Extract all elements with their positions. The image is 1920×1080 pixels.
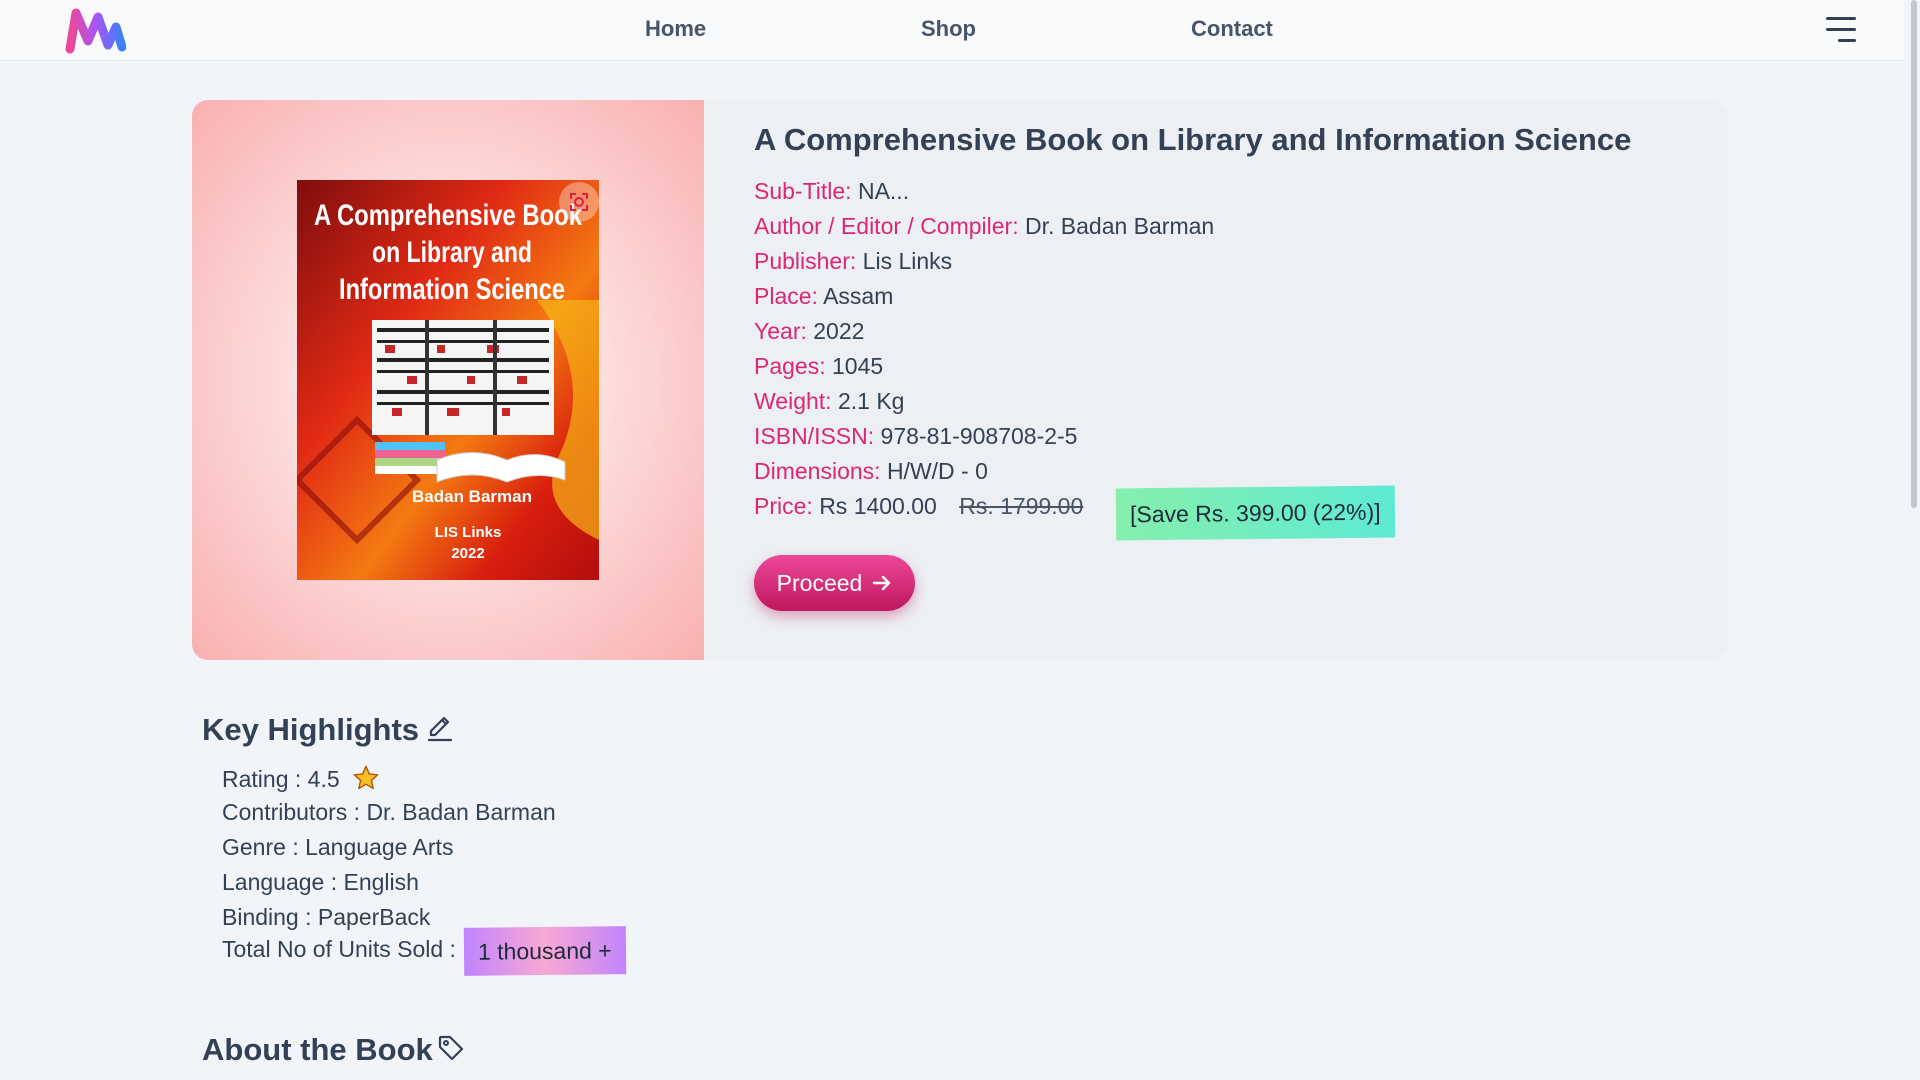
detail-weight: Weight: 2.1 Kg — [754, 388, 904, 415]
tag-icon — [438, 1035, 464, 1061]
proceed-button[interactable]: Proceed — [754, 555, 915, 611]
detail-value: Dr. Badan Barman — [1025, 213, 1215, 239]
pencil-icon — [427, 716, 453, 742]
nav-home-link[interactable]: Home — [645, 16, 706, 42]
detail-place: Place: Assam — [754, 283, 893, 310]
detail-value: 2.1 Kg — [837, 388, 905, 414]
detail-subtitle: Sub-Title: NA... — [754, 178, 909, 205]
detail-label: Dimensions: — [754, 458, 881, 484]
star-icon — [353, 765, 379, 790]
detail-publisher: Publisher: Lis Links — [754, 248, 952, 275]
detail-value: NA... — [857, 178, 910, 204]
detail-price: Price: Rs 1400.00 Rs. 1799.00 [Save Rs. … — [754, 485, 1454, 541]
key-highlights-title: Key Highlights — [202, 712, 420, 747]
detail-isbn: ISBN/ISSN: 978-81-908708-2-5 — [754, 423, 1077, 450]
detail-year: Year: 2022 — [754, 318, 864, 345]
highlight-contributors: Contributors : Dr. Badan Barman — [222, 799, 556, 825]
nav-contact-link[interactable]: Contact — [1191, 16, 1273, 42]
cover-title-line-2: on Library and — [372, 236, 532, 269]
highlight-genre: Genre : Language Arts — [222, 834, 454, 860]
units-label: Total No of Units Sold : — [222, 936, 456, 963]
detail-value: Lis Links — [862, 248, 953, 274]
hamburger-menu-icon[interactable] — [1824, 15, 1856, 45]
cover-title-line-3: Information Science — [339, 273, 565, 306]
scrollbar-thumb[interactable] — [1911, 0, 1917, 508]
detail-value: H/W/D - 0 — [886, 458, 988, 484]
book-cover-image[interactable]: A Comprehensive Book on Library and Info… — [297, 180, 599, 580]
nav-shop-link[interactable]: Shop — [921, 16, 976, 42]
detail-label: Author / Editor / Compiler: — [754, 213, 1019, 239]
detail-label: ISBN/ISSN: — [754, 423, 875, 449]
navbar: Home Shop Contact — [0, 0, 1904, 61]
highlight-units-sold: Total No of Units Sold : 1 thousand + — [222, 926, 627, 976]
detail-label: Sub-Title: — [754, 178, 852, 204]
detail-label: Weight: — [754, 388, 832, 414]
rating-label: Rating : — [222, 766, 302, 792]
price-original: Rs. 1799.00 — [959, 493, 1084, 519]
cover-author: Badan Barman — [412, 487, 532, 506]
detail-dimensions: Dimensions: H/W/D - 0 — [754, 458, 988, 485]
highlight-rating: Rating : 4.5 — [222, 764, 380, 793]
price-current: Rs 1400.00 — [819, 493, 937, 519]
detail-label: Publisher: — [754, 248, 857, 274]
arrow-right-icon — [873, 575, 891, 591]
detail-value: 1045 — [832, 353, 884, 379]
book-title: A Comprehensive Book on Library and Info… — [754, 122, 1632, 157]
proceed-label: Proceed — [776, 569, 863, 596]
cover-title-line-1: A Comprehensive Book — [314, 199, 582, 232]
cover-panel: A Comprehensive Book on Library and Info… — [192, 100, 704, 660]
detail-pages: Pages: 1045 — [754, 353, 883, 380]
units-sold-badge: 1 thousand + — [464, 926, 627, 976]
detail-label: Place: — [754, 283, 818, 309]
detail-author: Author / Editor / Compiler: Dr. Badan Ba… — [754, 213, 1214, 240]
highlight-language: Language : English — [222, 869, 419, 895]
detail-label: Year: — [754, 318, 807, 344]
rating-value: 4.5 — [307, 766, 340, 792]
save-badge: [Save Rs. 399.00 (22%)] — [1115, 485, 1395, 541]
detail-value: Assam — [823, 283, 894, 309]
price-label: Price: — [754, 493, 813, 519]
cover-year: 2022 — [451, 545, 484, 562]
zoom-icon[interactable] — [559, 182, 599, 222]
detail-label: Pages: — [754, 353, 826, 379]
detail-value: 2022 — [813, 318, 865, 344]
brand-logo-icon[interactable] — [64, 5, 126, 55]
product-card: A Comprehensive Book on Library and Info… — [192, 100, 1728, 660]
cover-publisher: LIS Links — [435, 524, 502, 541]
detail-value: 978-81-908708-2-5 — [880, 423, 1078, 449]
about-book-title: About the Book — [202, 1032, 433, 1067]
